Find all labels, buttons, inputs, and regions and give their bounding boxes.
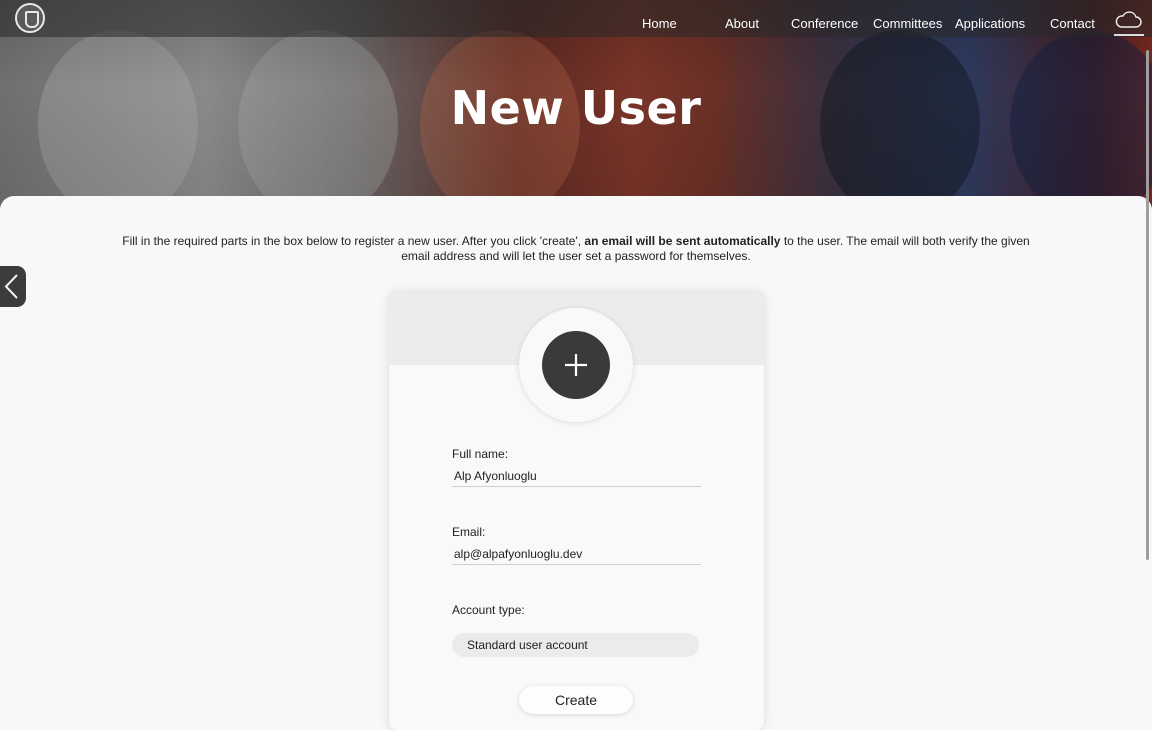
cloud-underline (1114, 34, 1144, 36)
full-name-label: Full name: (452, 447, 509, 461)
nav-home[interactable]: Home (642, 16, 677, 31)
cloud-icon[interactable] (1114, 10, 1146, 36)
nav-conference[interactable]: Conference (791, 16, 858, 31)
new-user-card: Full name: Email: Account type: Standard… (389, 290, 764, 730)
intro-text: Fill in the required parts in the box be… (110, 234, 1042, 264)
add-user-button[interactable] (542, 331, 610, 399)
back-button[interactable] (0, 266, 26, 307)
intro-text-emphasis: an email will be sent automatically (584, 234, 781, 248)
crest-logo-icon[interactable] (15, 3, 45, 33)
page-title: New User (450, 80, 702, 135)
account-type-label: Account type: (452, 603, 525, 617)
top-navbar: Home About Conference Committees Applica… (0, 0, 1152, 37)
account-type-select[interactable]: Standard user account (452, 633, 699, 657)
intro-text-start: Fill in the required parts in the box be… (122, 234, 585, 248)
full-name-input[interactable] (452, 466, 701, 487)
nav-committees[interactable]: Committees (873, 16, 942, 31)
scrollbar[interactable] (1146, 50, 1149, 560)
email-input[interactable] (452, 544, 701, 565)
create-button[interactable]: Create (519, 686, 633, 714)
plus-icon (565, 354, 587, 376)
chevron-left-icon (4, 274, 18, 299)
nav-about[interactable]: About (725, 16, 759, 31)
nav-applications[interactable]: Applications (955, 16, 1025, 31)
email-label: Email: (452, 525, 486, 539)
nav-contact[interactable]: Contact (1050, 16, 1095, 31)
